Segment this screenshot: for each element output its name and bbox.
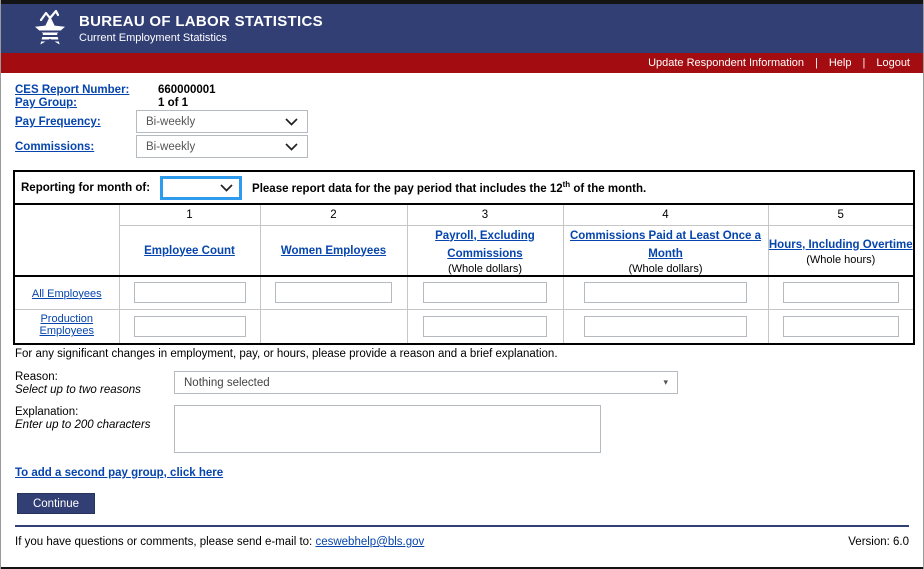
masthead: BUREAU OF LABOR STATISTICS Current Emplo… [1,4,923,53]
column-header-commissions[interactable]: Commissions Paid at Least Once a Month [570,230,761,260]
column-number: 5 [768,204,914,225]
commissions-selected-value: Bi-weekly [146,141,195,153]
production-employees-commissions-input[interactable] [584,316,747,337]
commissions-select[interactable]: Bi-weekly [136,135,308,158]
significant-changes-note: For any significant changes in employmen… [15,348,558,360]
explanation-label: Explanation: [15,406,78,418]
version-label: Version: 6.0 [848,536,909,548]
reason-select[interactable]: Nothing selected ▾ [174,371,678,394]
pay-frequency-selected-value: Bi-weekly [146,116,195,128]
help-link[interactable]: Help [829,57,852,69]
column-number: 1 [119,204,260,225]
chevron-down-icon [220,184,233,192]
bls-star-logo-icon [29,9,71,51]
column-number: 3 [407,204,563,225]
production-employees-employee-count-input[interactable] [134,316,246,337]
pay-group-value: 1 of 1 [158,97,188,109]
pay-frequency-label[interactable]: Pay Frequency: [15,116,101,128]
column-unit: (Whole dollars) [408,263,563,275]
reason-label: Reason: [15,371,58,383]
chevron-down-icon [285,143,298,151]
commissions-label[interactable]: Commissions: [15,141,94,153]
all-employees-hours-input[interactable] [783,282,899,303]
ces-report-number-value: 660000001 [158,84,216,96]
all-employees-employee-count-input[interactable] [134,282,246,303]
column-number: 4 [563,204,768,225]
caret-down-icon: ▾ [663,377,668,388]
column-unit: (Whole dollars) [564,263,768,275]
explanation-textarea[interactable] [174,405,601,453]
footer-divider [15,525,909,527]
pay-group-label[interactable]: Pay Group: [15,97,77,109]
column-header-employee-count[interactable]: Employee Count [144,245,235,257]
ces-report-number-label[interactable]: CES Report Number: [15,84,129,96]
footer-help-text: If you have questions or comments, pleas… [15,536,424,548]
reason-hint: Select up to two reasons [15,384,141,396]
all-employees-link[interactable]: All Employees [24,288,110,300]
app-subtitle: Current Employment Statistics [79,32,227,44]
pay-period-note: Please report data for the pay period th… [252,180,646,195]
logout-link[interactable]: Logout [876,57,910,69]
nav-separator: | [815,57,818,69]
reporting-month-select[interactable] [160,176,242,200]
all-employees-payroll-input[interactable] [423,282,547,303]
continue-button[interactable]: Continue [17,493,95,514]
production-employees-link[interactable]: Production Employees [15,313,119,337]
production-employees-payroll-input[interactable] [423,316,547,337]
chevron-down-icon [285,118,298,126]
column-header-hours[interactable]: Hours, Including Overtime [769,239,913,251]
ceswebhelp-email-link[interactable]: ceswebhelp@bls.gov [315,536,424,548]
reason-selected-value: Nothing selected [184,377,270,389]
explanation-hint: Enter up to 200 characters [15,419,151,431]
update-respondent-link[interactable]: Update Respondent Information [648,57,804,69]
add-second-pay-group-link[interactable]: To add a second pay group, click here [15,467,223,479]
all-employees-women-employees-input[interactable] [275,282,392,303]
all-employees-commissions-input[interactable] [584,282,747,303]
nav-separator: | [862,57,865,69]
app-title: BUREAU OF LABOR STATISTICS [79,13,323,30]
column-unit: (Whole hours) [769,254,914,266]
column-number: 2 [260,204,407,225]
column-header-payroll[interactable]: Payroll, Excluding Commissions [435,230,535,260]
pay-frequency-select[interactable]: Bi-weekly [136,110,308,133]
production-employees-women-empty-cell [260,310,407,344]
ces-report-page: BUREAU OF LABOR STATISTICS Current Emplo… [0,0,924,569]
row-label-header-cell [14,204,119,276]
reporting-month-label: Reporting for month of: [21,182,150,194]
production-employees-hours-input[interactable] [783,316,899,337]
top-nav-bar: Update Respondent Information | Help | L… [1,53,923,73]
column-header-women-employees[interactable]: Women Employees [281,245,386,257]
report-table: Reporting for month of: Please report da… [13,170,915,345]
